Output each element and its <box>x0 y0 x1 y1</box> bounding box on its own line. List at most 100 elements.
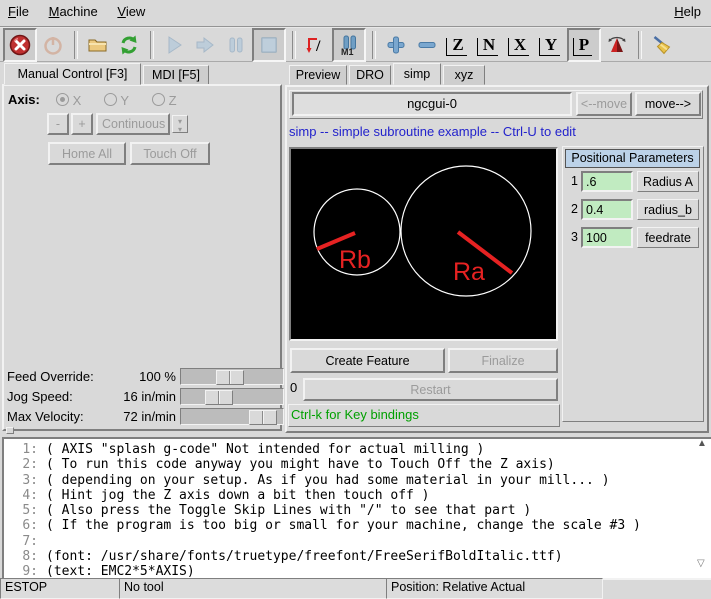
slider-handle[interactable] <box>216 370 244 385</box>
home-all-button[interactable]: Home All <box>48 142 126 165</box>
create-feature-button[interactable]: Create Feature <box>290 348 445 373</box>
jog-speed-label: Jog Speed: <box>7 389 73 404</box>
gcode-line: 3:( depending on your setup. As if you h… <box>4 473 711 488</box>
sash-grip[interactable] <box>6 427 14 434</box>
max-velocity-value: 72 in/min <box>108 409 176 424</box>
pause-button[interactable] <box>221 30 251 60</box>
slider-handle[interactable] <box>249 410 277 425</box>
slider-handle[interactable] <box>205 390 233 405</box>
broom-icon <box>651 34 673 56</box>
menu-help[interactable]: Help <box>666 0 709 26</box>
run-button[interactable] <box>159 30 189 60</box>
view-p-button[interactable]: P <box>567 28 601 62</box>
param-3-num: 3 <box>564 230 578 244</box>
letter-p-icon: P <box>577 36 591 53</box>
touch-off-button[interactable]: Touch Off <box>130 142 210 165</box>
axis-window: File Machine View Help <box>0 0 711 597</box>
zoom-in-button[interactable] <box>381 30 411 60</box>
restart-button[interactable]: Restart <box>303 378 558 401</box>
step-button[interactable] <box>190 30 220 60</box>
move-left-button[interactable]: <--move <box>576 92 632 116</box>
view-x-button[interactable]: X <box>505 30 535 60</box>
status-estop: ESTOP <box>0 578 124 599</box>
gcode-line: 1:( AXIS "splash g-code" Not intended fo… <box>4 442 711 457</box>
view-z2-button[interactable]: N <box>474 30 504 60</box>
view-z-button[interactable]: Z <box>443 30 473 60</box>
chevron-down-icon[interactable]: ▾▾ <box>172 115 188 133</box>
radio-icon <box>56 93 69 106</box>
jog-mode-value: Continuous <box>102 117 165 131</box>
circles-drawing: Rb Ra <box>291 149 556 339</box>
finalize-button[interactable]: Finalize <box>448 348 558 373</box>
gcode-line: 2:( To run this code anyway you might ha… <box>4 457 711 472</box>
clear-plot-button[interactable] <box>647 30 677 60</box>
rotate-view-button[interactable] <box>602 30 632 60</box>
plus-icon <box>385 34 407 56</box>
axis-y-label: Y <box>120 93 129 108</box>
menu-view[interactable]: View <box>109 0 153 26</box>
scroll-up-icon[interactable]: ▲ <box>697 438 707 449</box>
zoom-out-button[interactable] <box>412 30 442 60</box>
tab-dro[interactable]: DRO <box>349 65 391 85</box>
axis-radio-z[interactable]: Z <box>152 93 177 108</box>
feed-override-slider[interactable] <box>180 368 284 385</box>
jog-mode-dropdown[interactable]: Continuous <box>96 113 170 135</box>
svg-text:/: / <box>315 38 321 55</box>
gcode-line: 6:( If the program is too big or small f… <box>4 518 711 533</box>
jog-minus-button[interactable]: - <box>47 113 69 135</box>
gcode-line: 5:( Also press the Toggle Skip Lines wit… <box>4 503 711 518</box>
toggle-optional-pause-button[interactable]: M1 <box>332 28 366 62</box>
machine-power-button[interactable] <box>38 30 68 60</box>
max-velocity-label: Max Velocity: <box>7 409 84 424</box>
gcode-line: 7: <box>4 534 711 549</box>
ngcgui-name-entry[interactable]: ngcgui-0 <box>292 92 572 116</box>
jog-plus-button[interactable]: + <box>71 113 93 135</box>
max-velocity-slider[interactable] <box>180 408 284 425</box>
menu-machine[interactable]: Machine <box>41 0 106 26</box>
toolbar: / M1 Z N <box>0 28 711 62</box>
stop-button[interactable] <box>252 28 286 62</box>
feed-override-value: 100 % <box>108 369 176 384</box>
toolbar-separator <box>372 31 376 59</box>
move-right-button[interactable]: move--> <box>635 92 701 116</box>
slash-bracket-icon: / <box>305 34 327 56</box>
folder-icon <box>87 34 109 56</box>
toggle-skip-lines-button[interactable]: / <box>301 30 331 60</box>
m1-pause-icon: M1 <box>338 34 360 56</box>
reload-button[interactable] <box>114 30 144 60</box>
param-1-name: Radius A <box>637 171 699 192</box>
param-2-entry[interactable]: 0.4 <box>581 199 633 220</box>
menu-file[interactable]: File <box>0 0 37 26</box>
open-file-button[interactable] <box>83 30 113 60</box>
refresh-arrows-icon <box>118 34 140 56</box>
stop-square-icon <box>258 34 280 56</box>
jog-speed-slider[interactable] <box>180 388 284 405</box>
toolbar-separator <box>638 31 642 59</box>
axis-label: Axis: <box>8 92 40 107</box>
scroll-down-icon[interactable]: ▽ <box>697 558 705 569</box>
param-3-entry[interactable]: 100 <box>581 227 633 248</box>
gcode-line: 8:(font: /usr/share/fonts/truetype/freef… <box>4 549 711 564</box>
status-tool: No tool <box>119 578 391 599</box>
radio-icon <box>152 93 165 106</box>
view-y-button[interactable]: Y <box>536 30 566 60</box>
tab-manual-control[interactable]: Manual Control [F3] <box>4 63 141 85</box>
letter-z-icon: Z <box>450 36 465 53</box>
estop-button[interactable] <box>3 28 37 62</box>
minus-icon <box>416 34 438 56</box>
menubar: File Machine View Help <box>0 0 711 28</box>
tab-simp[interactable]: simp <box>393 63 441 85</box>
status-position-mode: Position: Relative Actual <box>386 578 603 599</box>
param-1-num: 1 <box>564 174 578 188</box>
feed-override-label: Feed Override: <box>7 369 94 384</box>
param-1-entry[interactable]: .6 <box>581 171 633 192</box>
axis-radio-y[interactable]: Y <box>104 93 129 108</box>
tab-xyz[interactable]: xyz <box>443 65 485 85</box>
axis-z-label: Z <box>169 93 177 108</box>
jog-speed-value: 16 in/min <box>108 389 176 404</box>
tab-mdi[interactable]: MDI [F5] <box>143 65 209 85</box>
keybindings-strip: Ctrl-k for Key bindings <box>288 404 560 427</box>
axis-radio-x[interactable]: X <box>56 93 81 108</box>
tab-preview[interactable]: Preview <box>289 65 347 85</box>
gcode-text-area[interactable]: 1:( AXIS "splash g-code" Not intended fo… <box>2 437 711 580</box>
